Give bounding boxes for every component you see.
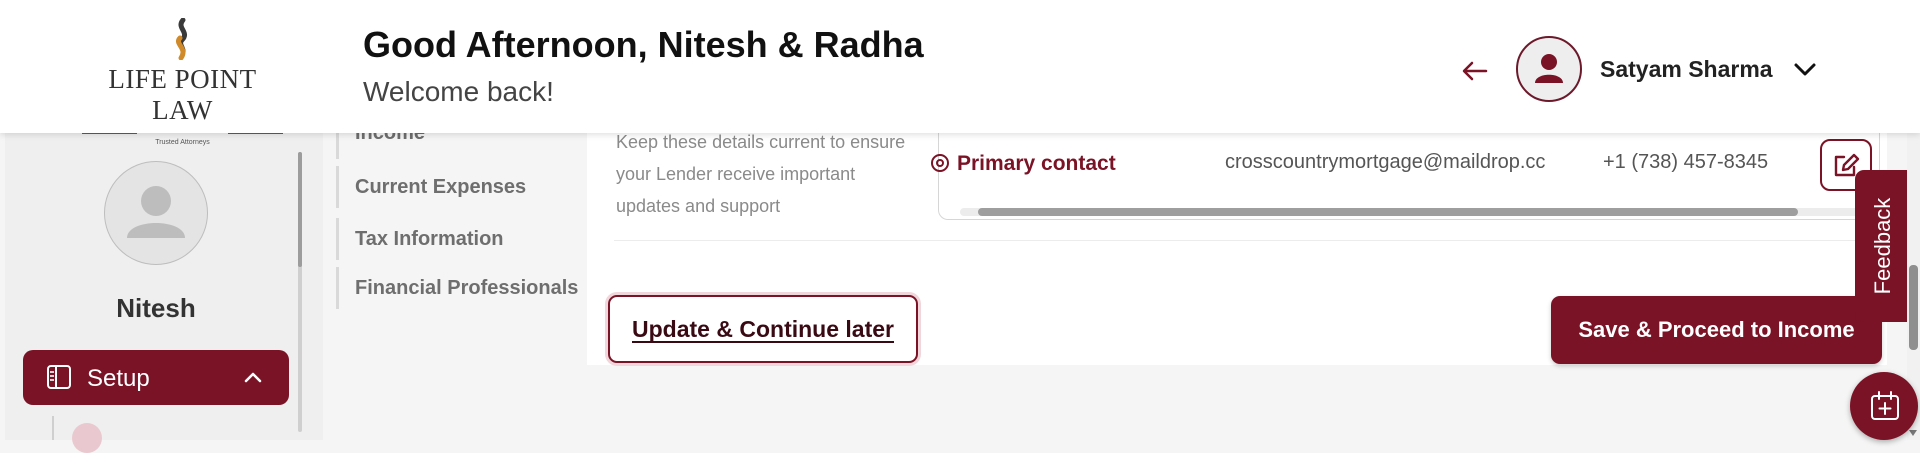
contact-table <box>938 133 1880 220</box>
subnav-item-current-expenses[interactable]: Current Expenses <box>336 166 586 208</box>
feedback-label: Feedback <box>1869 197 1895 295</box>
sidebar-scrollbar-thumb[interactable] <box>298 152 302 267</box>
sidebar-subitem-line <box>52 416 54 440</box>
subnav-item-financial-professionals[interactable]: Financial Professionals <box>336 267 586 309</box>
feedback-tab[interactable]: Feedback <box>1855 170 1910 322</box>
profile-name: Nitesh <box>116 293 196 323</box>
arrow-left-icon[interactable] <box>1460 56 1490 86</box>
update-continue-later-label: Update & Continue later <box>632 316 894 343</box>
contact-phone: +1 (738) 457-8345 <box>1603 151 1769 173</box>
logo-name: LIFE POINT LAW <box>108 64 257 125</box>
subnav-item-tax-information[interactable]: Tax Information <box>336 218 586 260</box>
welcome-text: Welcome back! <box>363 76 554 107</box>
save-proceed-button[interactable]: Save & Proceed to Income <box>1551 296 1882 364</box>
save-proceed-label: Save & Proceed to Income <box>1578 317 1855 342</box>
sidebar-subitem-dot <box>72 423 102 453</box>
chevron-down-icon[interactable] <box>1792 56 1818 82</box>
flame-logo-icon <box>175 18 187 60</box>
calendar-plus-icon <box>1871 391 1899 420</box>
user-avatar[interactable] <box>1516 36 1582 102</box>
logo-tagline: Trusted Attorneys <box>155 139 210 146</box>
person-icon <box>127 186 185 238</box>
logo-rule <box>80 128 285 138</box>
contact-description: Keep these details current to ensure you… <box>616 132 906 216</box>
contact-type: Primary contact <box>957 152 1116 175</box>
section-divider <box>614 240 1884 241</box>
update-continue-later-button[interactable]: Update & Continue later <box>608 295 918 363</box>
top-header: LIFE POINT LAW Trusted Attorneys Good Af… <box>0 0 1920 146</box>
book-icon <box>47 365 71 389</box>
contact-table-scrollbar-thumb[interactable] <box>978 208 1798 216</box>
section-subnav: Income Current Expenses Tax Information … <box>336 133 586 440</box>
contact-email: crosscountrymortgage@maildrop.cc <box>1225 151 1546 173</box>
company-logo[interactable]: LIFE POINT LAW Trusted Attorneys <box>80 18 285 146</box>
scroll-down-icon[interactable] <box>1909 430 1917 436</box>
user-name[interactable]: Satyam Sharma <box>1600 56 1773 83</box>
at-sign-icon <box>931 154 949 172</box>
chevron-up-icon <box>244 372 262 383</box>
profile-avatar <box>104 161 208 265</box>
user-avatar-icon <box>1535 54 1563 83</box>
page-greeting: Good Afternoon, Nitesh & Radha <box>363 24 924 65</box>
page-scrollbar-thumb[interactable] <box>1909 265 1918 350</box>
setup-menu-button[interactable]: Setup <box>23 350 289 405</box>
schedule-appointment-button[interactable] <box>1850 372 1918 440</box>
setup-label: Setup <box>87 365 150 392</box>
